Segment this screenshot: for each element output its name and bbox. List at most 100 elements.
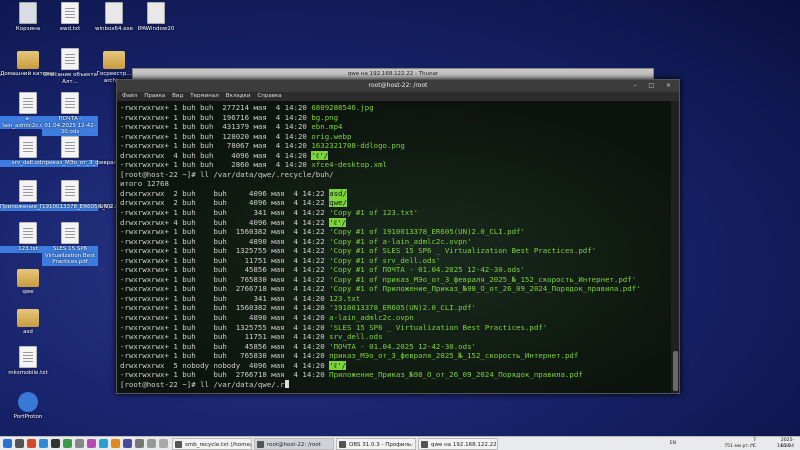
desktop-icon-16[interactable]: asd bbox=[0, 306, 56, 336]
terminal-line: -rwxrwxrwx+ 1 buh buh 11751 мая 4 14:20 … bbox=[120, 332, 668, 342]
mail-icon[interactable] bbox=[111, 439, 120, 448]
workspace-2-icon[interactable] bbox=[159, 439, 168, 448]
terminal-menu-item[interactable]: Справка bbox=[257, 93, 281, 99]
terminal-filename: bg.png bbox=[311, 112, 339, 122]
terminal-menubar: Файл Правка Вид Терминал Вкладки Справка bbox=[117, 92, 679, 101]
terminal-filename: 'Copy #1 of 123.txt' bbox=[329, 208, 419, 218]
files-icon[interactable] bbox=[15, 439, 24, 448]
terminal-menu-item[interactable]: Вид bbox=[172, 93, 183, 99]
terminal-filename: '1910013378_ER605(UN)2.0_CLI.pdf' bbox=[329, 303, 476, 313]
desktop-icon-label: IPAWindow20 bbox=[137, 26, 175, 32]
terminal-line-meta: [root@host-22 ~]# ll /var/data/qwe/.recy… bbox=[120, 169, 334, 179]
terminal-filename: 'ℓ'/ bbox=[311, 150, 329, 160]
terminal-filename: приказ_МЭо_от_3_февраля_2025_№_152_скоро… bbox=[329, 351, 579, 361]
file-icon bbox=[19, 222, 37, 244]
taskbar-window-button[interactable]: OBS 31.0.3 - Профиль: Без... bbox=[336, 438, 416, 450]
terminal-filename: 'Copy #1 of a-lain_admlc2c.ovpn' bbox=[329, 236, 472, 246]
taskbar-window-button[interactable]: root@host-22: /root bbox=[254, 438, 334, 450]
terminal-filename: 1632321708-ddlogo.png bbox=[311, 141, 405, 151]
terminal-filename: 'Copy #1 of SLES 15 SP6 _ Virtualization… bbox=[329, 246, 597, 256]
clock-time[interactable]: 14:24 bbox=[777, 444, 790, 450]
terminal-line: -rwxrwxrwx+ 1 buh buh 78067 мая 4 14:20 … bbox=[120, 141, 668, 151]
desktop-icon-17[interactable]: mksmobile.txt bbox=[0, 346, 56, 377]
media-icon[interactable] bbox=[87, 439, 96, 448]
desktop-icon-label: qwe bbox=[22, 289, 34, 295]
terminal-line: -rwxrwxrwx+ 1 buh buh 4890 мая 4 14:22 '… bbox=[120, 237, 668, 247]
terminal-line: -rwxrwxrwx+ 1 buh buh 341 мая 4 14:20 12… bbox=[120, 294, 668, 304]
terminal-line-meta: -rwxrwxrwx+ 1 buh buh 2766718 мая 4 14:2… bbox=[120, 284, 330, 294]
desktop-icon-label: asd bbox=[23, 329, 33, 335]
desktop-icon-label: PortProton bbox=[13, 414, 43, 420]
terminal-menu-item[interactable]: Файл bbox=[122, 93, 137, 99]
terminal-menu-item[interactable]: Терминал bbox=[190, 93, 218, 99]
terminal-titlebar[interactable]: root@host-22: /root – □ × bbox=[117, 80, 679, 92]
terminal-filename: 123.txt bbox=[329, 293, 361, 303]
terminal-menu-item[interactable]: Вкладки bbox=[226, 93, 251, 99]
terminal-icon[interactable] bbox=[51, 439, 60, 448]
terminal-line: -rwxrwxrwx+ 1 buh buh 765830 мая 4 14:20… bbox=[120, 351, 668, 361]
desktop-icon-label: mksmobile.txt bbox=[8, 370, 48, 376]
terminal-line: -rwxrwxrwx+ 1 buh buh 431379 мая 4 14:20… bbox=[120, 122, 668, 132]
terminal-line-meta: drwxrwxrwx 2 buh buh 4096 мая 4 14:22 bbox=[120, 188, 330, 198]
terminal-line-meta: -rwxrwxrwx+ 1 buh buh 45856 мая 4 14:22 bbox=[120, 265, 330, 275]
desktop-icon-12[interactable]: 1910013378_ER605(UN)2.0_CLI.pdf bbox=[42, 180, 141, 211]
window-controls[interactable]: – □ × bbox=[633, 80, 676, 92]
terminal-prompt[interactable]: [root@host-22 ~]# ll /var/data/qwe/.r bbox=[120, 380, 285, 389]
desktop-icon-3[interactable]: IPAWindow20 bbox=[128, 2, 184, 33]
file-icon bbox=[61, 2, 79, 24]
terminal-filename: a-lain_admlc2c.ovpn bbox=[329, 313, 414, 323]
menu-icon[interactable] bbox=[3, 439, 12, 448]
terminal-filename: orig.webp bbox=[311, 131, 352, 141]
code-icon[interactable] bbox=[39, 439, 48, 448]
settings-icon[interactable] bbox=[75, 439, 84, 448]
workspace-icon[interactable] bbox=[147, 439, 156, 448]
taskbar-window-button[interactable]: qwe на 192.168.122.22 -... bbox=[418, 438, 498, 450]
terminal-line: -rwxrwxrwx+ 1 buh buh 277214 мая 4 14:20… bbox=[120, 103, 668, 113]
chat-icon[interactable] bbox=[99, 439, 108, 448]
terminal-prompt-line[interactable]: [root@host-22 ~]# ll /var/data/qwe/.r bbox=[120, 379, 668, 390]
file-icon bbox=[61, 92, 79, 114]
terminal-line: -rwxrwxrwx+ 1 buh buh 341 мая 4 14:22 'C… bbox=[120, 208, 668, 218]
lang-indicator[interactable]: EN bbox=[670, 441, 676, 447]
terminal-line: -rwxrwxrwx+ 1 buh buh 1325755 мая 4 14:2… bbox=[120, 246, 668, 256]
desktop-icon-15[interactable]: qwe bbox=[0, 266, 56, 296]
terminal-filename: qwe/ bbox=[329, 198, 347, 208]
terminal-line-meta: -rwxrwxrwx+ 1 buh buh 1325755 мая 4 14:2… bbox=[120, 322, 330, 332]
terminal-filename: 'Copy #1 of srv_dell.ods' bbox=[329, 255, 441, 265]
terminal-menu-item[interactable]: Правка bbox=[144, 93, 165, 99]
desktop-icon-10[interactable]: приказ_МЭо_от_3_февраля_2025_№_152_скоро… bbox=[42, 136, 229, 167]
terminal-line-meta: итого 12768 bbox=[120, 179, 169, 189]
desktop-icon-18[interactable]: PortProton bbox=[0, 392, 56, 421]
desktop-icon-14[interactable]: SLES 15 SP6 Virtualization Best Practice… bbox=[42, 222, 98, 266]
terminal-filename: Приложение_Приказ_№98_О_от_26_09_2024_По… bbox=[329, 370, 583, 380]
terminal-screen[interactable]: -rwxrwxrwx+ 1 buh buh 277214 мая 4 14:20… bbox=[117, 101, 671, 393]
taskbar-window-button[interactable]: smb_recycle.txt (/home/s... bbox=[172, 438, 252, 450]
desktop-icon-8[interactable]: ПОЧТА - 01.04.2025 12-42-30.ods bbox=[42, 92, 98, 136]
trash-icon bbox=[19, 2, 37, 24]
file-icon bbox=[61, 180, 79, 202]
terminal-line-meta: -rwxrwxrwx+ 1 buh buh 1325755 мая 4 14:2… bbox=[120, 246, 330, 256]
terminal-line-meta: -rwxrwxrwx+ 1 buh buh 4890 мая 4 14:20 bbox=[120, 313, 330, 323]
terminal-filename: ebn.mp4 bbox=[311, 122, 343, 132]
terminal-filename: 'SLES 15 SP6 _ Virtualization Best Pract… bbox=[329, 322, 548, 332]
terminal-window[interactable]: root@host-22: /root – □ × Файл Правка Вид Т… bbox=[116, 79, 680, 394]
thunar-title: qwe на 192.168.122.22 - Thunar bbox=[133, 69, 653, 79]
terminal-line: -rwxrwxrwx+ 1 buh buh 2766718 мая 4 14:2… bbox=[120, 370, 668, 380]
folder-icon bbox=[103, 51, 125, 69]
app-icon[interactable] bbox=[63, 439, 72, 448]
apps-icon[interactable] bbox=[135, 439, 144, 448]
screenshot-icon[interactable] bbox=[123, 439, 132, 448]
folder-icon bbox=[17, 51, 39, 69]
scrollbar-thumb[interactable] bbox=[673, 351, 678, 391]
terminal-line-meta: -rwxrwxrwx+ 1 buh buh 1560382 мая 4 14:2… bbox=[120, 303, 330, 313]
terminal-scrollbar[interactable] bbox=[671, 101, 679, 393]
terminal-line-meta: drwxrwxrwx 4 buh buh 4096 мая 4 14:20 bbox=[120, 150, 312, 160]
terminal-line: -rwxrwxrwx+ 1 buh buh 4890 мая 4 14:20 a… bbox=[120, 313, 668, 323]
terminal-line-meta: -rwxrwxrwx+ 1 buh buh 196716 мая 4 14:20 bbox=[120, 112, 312, 122]
terminal-line: -rwxrwxrwx+ 1 buh buh 45856 мая 4 14:20 … bbox=[120, 342, 668, 352]
browser-icon[interactable] bbox=[27, 439, 36, 448]
terminal-line-meta: -rwxrwxrwx+ 1 buh buh 341 мая 4 14:20 bbox=[120, 293, 330, 303]
terminal-filename: 'ПОЧТА - 01.04.2025 12-42-30.ods' bbox=[329, 341, 476, 351]
terminal-filename: 6809288546.jpg bbox=[311, 103, 374, 112]
terminal-filename: 'Copy #1 of приказ_МЭо_от_3_февраля_2025… bbox=[329, 274, 637, 284]
